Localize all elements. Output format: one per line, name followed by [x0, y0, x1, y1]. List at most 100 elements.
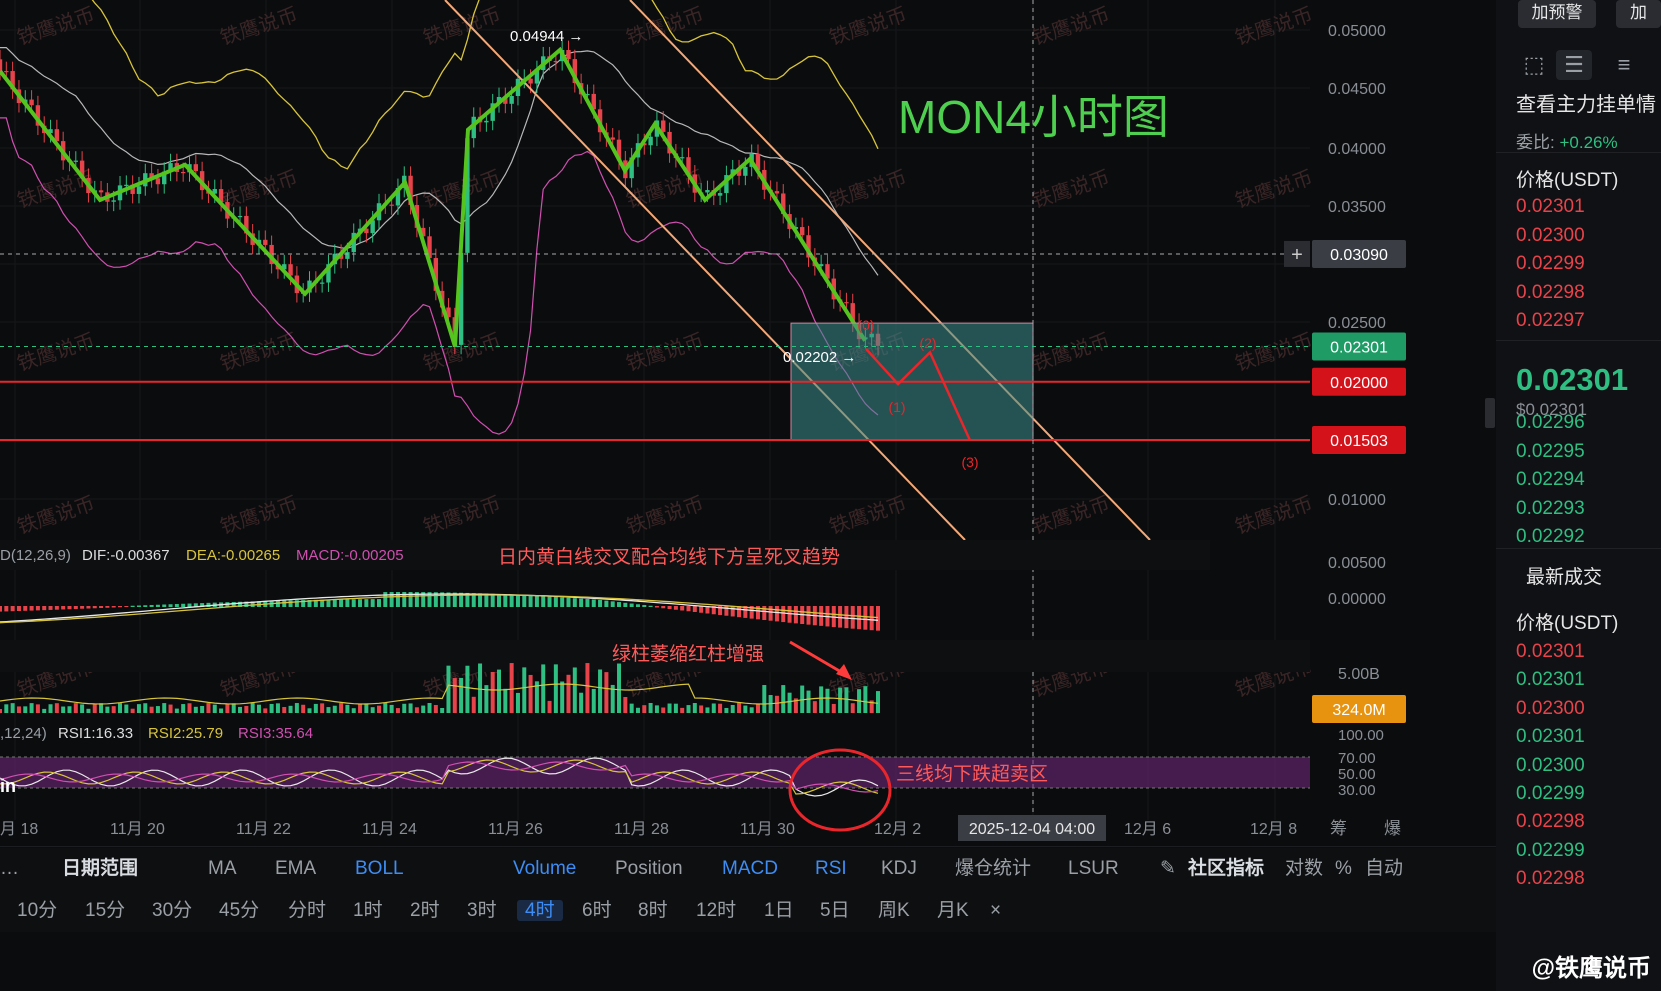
volume-bar [332, 705, 337, 713]
timeframe-11[interactable]: 12时 [696, 890, 736, 932]
trade-row[interactable]: 0.02300 [1516, 698, 1585, 720]
orderbook-asks-icon[interactable]: ≡ [1606, 50, 1642, 80]
trade-row[interactable]: 0.02298 [1516, 868, 1585, 890]
volume-bar [623, 697, 628, 713]
bid-row[interactable]: 0.02296 [1516, 412, 1585, 434]
ask-row[interactable]: 0.02301 [1516, 196, 1585, 218]
timeframe-toolbar: 10分 15分 30分 45分 分时 1时 2时 3时 4时 6时 8时 12时 1日 5日 周K 月K × [0, 890, 1496, 932]
indicator-ma[interactable]: MA [208, 848, 237, 890]
ask-row[interactable]: 0.02299 [1516, 253, 1585, 275]
indicator-爆仓统计[interactable]: 爆仓统计 [955, 848, 1031, 890]
macd-bar [787, 606, 792, 623]
macd-bar [326, 599, 331, 607]
panel-collapse-handle[interactable] [1485, 398, 1495, 428]
macd-bar [838, 606, 843, 628]
ask-row[interactable]: 0.02298 [1516, 282, 1585, 304]
candle-body [610, 137, 615, 140]
volume-bar [364, 703, 369, 713]
timeframe-2[interactable]: 30分 [152, 890, 192, 932]
bid-row[interactable]: 0.02294 [1516, 469, 1585, 491]
date-range-button[interactable]: 日期范围 [62, 848, 138, 890]
orderbook-bids-icon[interactable]: ☰ [1556, 50, 1592, 80]
timeframe-9[interactable]: 6时 [582, 890, 612, 932]
volume-bar [831, 703, 836, 713]
volume-bar [654, 705, 659, 713]
indicator-rsi[interactable]: RSI [815, 848, 847, 890]
ask-row[interactable]: 0.02297 [1516, 310, 1585, 332]
timeframe-14[interactable]: 周K [878, 890, 910, 932]
volume-bar [86, 708, 91, 713]
volume-bar [566, 674, 571, 713]
indicator-kdj[interactable]: KDJ [881, 848, 917, 890]
log-scale-toggle[interactable]: 对数 [1285, 848, 1323, 890]
percent-toggle[interactable]: % [1335, 848, 1352, 890]
volume-bar [762, 685, 767, 713]
plus-icon: + [1291, 244, 1303, 266]
indicator-macd[interactable]: MACD [722, 848, 778, 890]
macd-bar [503, 594, 508, 607]
timeframe-8[interactable]: 4时 [517, 890, 563, 932]
macd-bar [635, 604, 640, 607]
bid-row[interactable]: 0.02292 [1516, 526, 1585, 548]
macd-bar [541, 596, 546, 607]
timeframe-6[interactable]: 2时 [410, 890, 440, 932]
macd-dif: DIF:-0.00367 [82, 547, 170, 564]
more-button[interactable]: … [0, 848, 19, 890]
divider [1496, 340, 1661, 341]
bid-row[interactable]: 0.02295 [1516, 441, 1585, 463]
trade-row[interactable]: 0.02299 [1516, 783, 1585, 805]
macd-bar [105, 606, 110, 608]
high-price-marker: 0.04944 → [510, 28, 583, 45]
volume-bar [838, 687, 843, 713]
indicator-ema[interactable]: EMA [275, 848, 316, 890]
timeframe-15[interactable]: 月K [937, 890, 969, 932]
volume-bar [844, 687, 849, 713]
price-chart[interactable]: 铁鹰说币 铁鹰说币 铁鹰说币 铁鹰说币 铁鹰说币 铁鹰说币 铁鹰说币铁鹰说币 铁鹰说币 铁鹰说币… [0, 0, 1496, 991]
macd-bar [737, 606, 742, 618]
orderbook-both-icon[interactable]: ⬚ [1516, 50, 1552, 80]
timeframe-1[interactable]: 15分 [85, 890, 125, 932]
orderbook-title[interactable]: 查看主力挂单情 [1516, 88, 1656, 117]
macd-dea: DEA:-0.00265 [186, 547, 280, 564]
indicator-position[interactable]: Position [615, 848, 683, 890]
volume-bar [509, 663, 514, 713]
macd-bar [560, 597, 565, 607]
trade-row[interactable]: 0.02298 [1516, 811, 1585, 833]
volume-bar [749, 707, 754, 713]
trade-row[interactable]: 0.02300 [1516, 755, 1585, 777]
volume-bar [579, 692, 584, 713]
wave-label: (1) [888, 399, 905, 415]
volume-bar [743, 705, 748, 713]
close-icon[interactable]: × [990, 890, 1001, 932]
timeframe-3[interactable]: 45分 [219, 890, 259, 932]
bid-row[interactable]: 0.02293 [1516, 498, 1585, 520]
timeframe-13[interactable]: 5日 [820, 890, 850, 932]
timeframe-7[interactable]: 3时 [467, 890, 497, 932]
volume-bar [541, 664, 546, 713]
indicator-volume[interactable]: Volume [513, 848, 576, 890]
indicator-boll[interactable]: BOLL [355, 848, 404, 890]
timeframe-0[interactable]: 10分 [17, 890, 57, 932]
trade-row[interactable]: 0.02299 [1516, 840, 1585, 862]
trade-row[interactable]: 0.02301 [1516, 669, 1585, 691]
volume-bar [206, 703, 211, 713]
macd-bar [598, 599, 603, 607]
timeframe-5[interactable]: 1时 [353, 890, 383, 932]
candle-body [263, 239, 268, 245]
trade-row[interactable]: 0.02301 [1516, 641, 1585, 663]
timeframe-12[interactable]: 1日 [764, 890, 794, 932]
chart-background [0, 0, 1496, 846]
auto-scale-toggle[interactable]: 自动 [1365, 848, 1403, 890]
indicator-lsur[interactable]: LSUR [1068, 848, 1119, 890]
trade-row[interactable]: 0.02301 [1516, 726, 1585, 748]
community-indicator-button[interactable]: 社区指标 [1188, 848, 1264, 890]
macd-bar [370, 599, 375, 607]
ask-row[interactable]: 0.02300 [1516, 225, 1585, 247]
volume-bar [635, 707, 640, 713]
community-icon[interactable]: ✎ [1160, 848, 1176, 890]
timeframe-10[interactable]: 8时 [638, 890, 668, 932]
volume-bar [187, 703, 192, 713]
add-alert-button[interactable]: 加预警 [1518, 0, 1596, 28]
timeframe-4[interactable]: 分时 [288, 890, 326, 932]
add-alert-button-2[interactable]: 加 [1616, 0, 1661, 28]
